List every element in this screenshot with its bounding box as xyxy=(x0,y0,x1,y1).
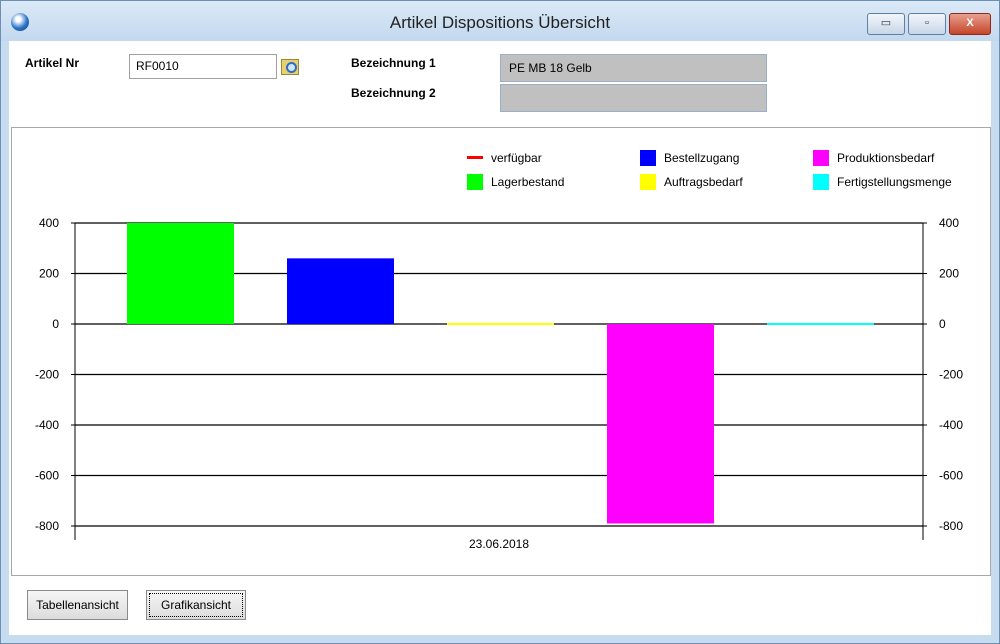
y-tick-label-left: -400 xyxy=(35,418,59,432)
artikel-nr-label: Artikel Nr xyxy=(25,56,80,70)
y-tick-label-left: 0 xyxy=(52,317,59,331)
client-area: Artikel Nr RF0010 Bezeichnung 1 PE MB 18… xyxy=(9,41,991,635)
legend-swatch xyxy=(640,174,656,190)
bar-fertigstellungsmenge xyxy=(767,323,874,325)
y-tick-label-right: 400 xyxy=(939,216,959,230)
chart-panel: 400 400 200 200 0 0 -200 -200 -400 -400 -600 -600 -8… xyxy=(11,127,991,576)
x-tick-label: 23.06.2018 xyxy=(469,537,529,551)
legend-swatch xyxy=(640,150,656,166)
legend-swatch xyxy=(813,150,829,166)
bezeichnung-1-label: Bezeichnung 1 xyxy=(351,56,436,70)
legend-label: Produktionsbedarf xyxy=(837,151,935,165)
window-title: Artikel Dispositions Übersicht xyxy=(389,13,611,32)
y-tick-label-left: -800 xyxy=(35,519,59,533)
bar-bestellzugang xyxy=(287,258,394,324)
legend-label: Bestellzugang xyxy=(664,151,739,165)
bezeichnung-1-field: PE MB 18 Gelb xyxy=(500,54,767,82)
legend-label: Auftragsbedarf xyxy=(664,175,743,189)
bar-auftragsbedarf xyxy=(447,323,554,325)
bezeichnung-2-label: Bezeichnung 2 xyxy=(351,86,436,100)
close-button[interactable]: X xyxy=(949,13,991,35)
app-window: Artikel Dispositions Übersicht ▭ ▫ X Art… xyxy=(0,0,1000,644)
y-tick-label-right: -400 xyxy=(939,418,963,432)
bar-produktionsbedarf xyxy=(607,324,714,524)
legend-label: verfügbar xyxy=(491,151,542,165)
y-tick-label-right: 0 xyxy=(939,317,946,331)
bezeichnung-2-field xyxy=(500,84,767,112)
artikel-nr-input[interactable]: RF0010 xyxy=(129,54,277,79)
legend-label: Fertigstellungsmenge xyxy=(837,175,952,189)
maximize-button[interactable]: ▫ xyxy=(908,13,946,35)
y-tick-label-right: -200 xyxy=(939,368,963,382)
legend-swatch xyxy=(467,174,483,190)
tabellenansicht-button[interactable]: Tabellenansicht xyxy=(27,590,128,620)
legend-label: Lagerbestand xyxy=(491,175,564,189)
legend-swatch xyxy=(813,174,829,190)
y-tick-label-left: -200 xyxy=(35,368,59,382)
title-bar: Artikel Dispositions Übersicht ▭ ▫ X xyxy=(1,1,999,41)
y-tick-label-left: 400 xyxy=(39,216,59,230)
y-tick-label-right: -600 xyxy=(939,469,963,483)
y-tick-label-left: -600 xyxy=(35,469,59,483)
legend-swatch-line xyxy=(467,156,483,159)
bar-lagerbestand xyxy=(127,223,234,324)
bar-chart: 400 400 200 200 0 0 -200 -200 -400 -400 -600 -600 -8… xyxy=(35,150,963,551)
y-tick-label-right: 200 xyxy=(939,267,959,281)
y-tick-label-left: 200 xyxy=(39,267,59,281)
grafikansicht-button[interactable]: Grafikansicht xyxy=(146,590,246,620)
minimize-button[interactable]: ▭ xyxy=(867,13,905,35)
search-icon[interactable] xyxy=(281,59,299,75)
y-tick-label-right: -800 xyxy=(939,519,963,533)
